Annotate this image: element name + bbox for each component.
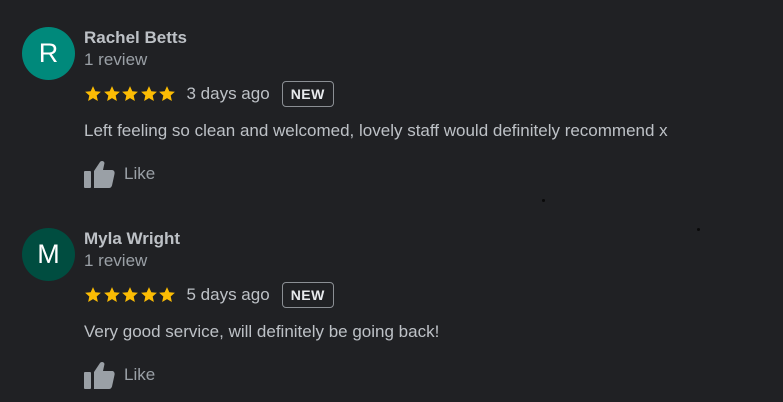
star-icon — [122, 287, 138, 302]
like-button[interactable]: Like — [82, 157, 155, 191]
star-icon — [159, 86, 175, 101]
star-rating — [84, 85, 177, 103]
artifact-dot — [697, 228, 700, 231]
like-button[interactable]: Like — [82, 358, 155, 392]
new-badge: NEW — [281, 282, 334, 308]
review-text: Left feeling so clean and welcomed, love… — [84, 121, 668, 140]
star-icon — [103, 86, 120, 101]
reviewer-name[interactable]: Rachel Betts — [84, 28, 187, 48]
star-icon — [85, 86, 101, 101]
review-text: Very good service, will definitely be go… — [84, 322, 440, 341]
reviewer-review-count[interactable]: 1 review — [84, 251, 147, 271]
new-badge: NEW — [281, 81, 334, 107]
review-date: 5 days ago — [186, 285, 270, 304]
review-date: 3 days ago — [186, 84, 270, 103]
like-label: Like — [124, 365, 156, 384]
thumbs-up-icon — [84, 160, 115, 188]
avatar[interactable]: M — [22, 228, 75, 281]
rating-row: 5 days ago NEW — [84, 281, 334, 309]
like-label: Like — [124, 164, 156, 183]
star-icon — [140, 86, 157, 101]
star-icon — [159, 287, 175, 302]
rating-row: 3 days ago NEW — [84, 80, 334, 108]
star-icon — [140, 287, 157, 302]
thumbs-up-icon — [84, 361, 115, 389]
artifact-dot — [542, 199, 545, 202]
reviews-list: R Rachel Betts 1 review 3 days ago NEW L… — [0, 0, 783, 402]
avatar-initial: M — [37, 239, 60, 269]
star-icon — [122, 86, 138, 101]
reviewer-review-count[interactable]: 1 review — [84, 50, 147, 70]
reviewer-name[interactable]: Myla Wright — [84, 229, 180, 249]
avatar-initial: R — [38, 38, 59, 68]
avatar[interactable]: R — [22, 27, 75, 80]
star-icon — [85, 287, 101, 302]
star-icon — [103, 287, 120, 302]
star-rating — [84, 286, 177, 304]
